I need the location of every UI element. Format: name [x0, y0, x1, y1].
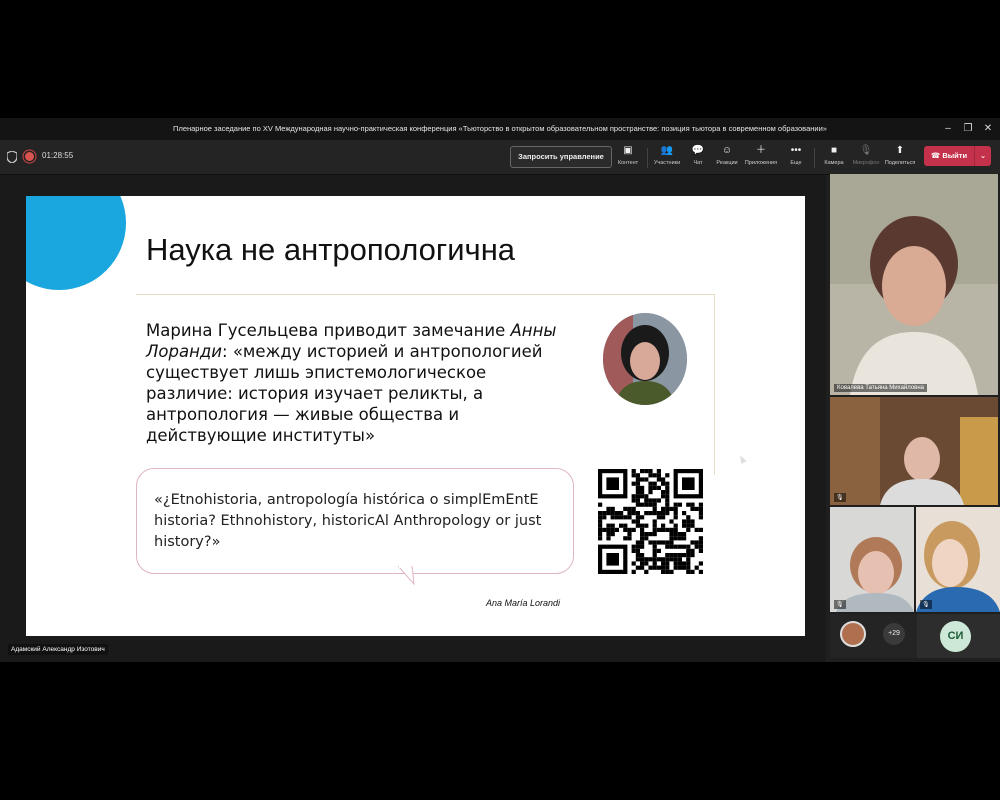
apps-button[interactable]: ＋ Приложения: [744, 144, 778, 166]
participant-name-label: Ковалева Татьяна Михайловна: [834, 384, 928, 392]
presentation-slide: Наука не антропологична Марина Гусельцев…: [26, 196, 805, 636]
maximize-button[interactable]: ❐: [958, 121, 978, 137]
participants-button[interactable]: 👥 Участники: [650, 144, 684, 166]
more-icon: •••: [790, 145, 802, 156]
mic-off-icon: 🎙: [834, 493, 846, 502]
camera-icon: ■: [830, 145, 838, 156]
reactions-button[interactable]: ☺ Реакции: [710, 144, 744, 166]
decorative-circle: [26, 196, 126, 290]
title-bar: Пленарное заседание по XV Международная …: [0, 118, 1000, 140]
people-icon: 👥: [660, 145, 674, 156]
meeting-toolbar: 01:28:55 Запросить управление ▣ Контент …: [0, 140, 1000, 175]
camera-button[interactable]: ■ Камера: [817, 144, 851, 166]
recording-indicator-icon: [25, 152, 34, 161]
quote-author: Ana María Lorandi: [486, 598, 561, 608]
apps-label: Приложения: [744, 160, 778, 166]
toolbar-divider: [814, 148, 815, 168]
slide-quote: Марина Гусельцева приводит замечание Анн…: [146, 320, 576, 446]
more-label: Еще: [790, 160, 802, 166]
qr-code: [598, 469, 703, 574]
participant-tile-3[interactable]: 🎙: [830, 507, 914, 612]
meeting-timer: 01:28:55: [42, 151, 74, 160]
chat-label: Чат: [693, 160, 703, 166]
share-button[interactable]: ⬆ Поделиться: [883, 144, 917, 166]
share-icon: ⬆: [895, 145, 905, 156]
participant-video: [916, 507, 1000, 612]
more-participants-button[interactable]: +29: [883, 623, 905, 645]
phone-hangup-icon: ☎: [930, 151, 943, 160]
share-label: Поделиться: [884, 160, 916, 166]
mic-off-icon: 🎙: [859, 145, 873, 156]
participant-video: [830, 397, 998, 505]
leave-button[interactable]: ☎ Выйти: [924, 146, 974, 166]
more-button[interactable]: ••• Еще: [779, 144, 813, 166]
microphone-button[interactable]: 🎙 Микрофон: [849, 144, 883, 166]
participant-video: [830, 507, 914, 612]
participant-tile-main[interactable]: Ковалева Татьяна Михайловна: [830, 174, 998, 395]
bubble-tail: [398, 566, 415, 586]
avatar-initials: СИ: [940, 621, 971, 652]
avatar[interactable]: [840, 621, 866, 647]
mic-off-icon: 🎙: [920, 600, 932, 609]
reaction-icon: ☺: [721, 145, 733, 156]
request-control-button[interactable]: Запросить управление: [510, 146, 612, 168]
share-content-icon: ▣: [623, 145, 633, 156]
presenter-name-label: Адамский Александр Изотович: [8, 644, 108, 655]
camera-label: Камера: [824, 160, 844, 166]
participant-video: [830, 174, 998, 395]
reactions-label: Реакции: [716, 160, 738, 166]
microphone-label: Микрофон: [852, 160, 880, 166]
toolbar-divider: [647, 148, 648, 168]
chat-icon: 💬: [691, 145, 705, 156]
quote-text-part1: Марина Гусельцева приводит замечание: [146, 321, 511, 340]
minimize-button[interactable]: –: [938, 121, 958, 137]
participants-label: Участники: [653, 160, 681, 166]
chevron-down-icon: ⌄: [979, 151, 987, 160]
participant-tile-2[interactable]: 🎙: [830, 397, 998, 505]
shield-icon: [7, 151, 17, 163]
content-label: Контент: [617, 160, 639, 166]
leave-options-button[interactable]: ⌄: [974, 146, 991, 166]
close-button[interactable]: ✕: [978, 121, 998, 137]
mic-off-icon: 🎙: [834, 600, 846, 609]
content-button[interactable]: ▣ Контент: [611, 144, 645, 166]
leave-label: Выйти: [942, 151, 968, 160]
participant-tile-4[interactable]: 🎙: [916, 507, 1000, 612]
slide-title: Наука не антропологична: [146, 232, 516, 267]
speaker-portrait: [603, 313, 687, 405]
window-title: Пленарное заседание по XV Международная …: [173, 124, 827, 133]
bubble-quote-text: «¿Etnohistoria, antropología histórica o…: [154, 492, 542, 550]
apps-icon: ＋: [756, 145, 766, 156]
